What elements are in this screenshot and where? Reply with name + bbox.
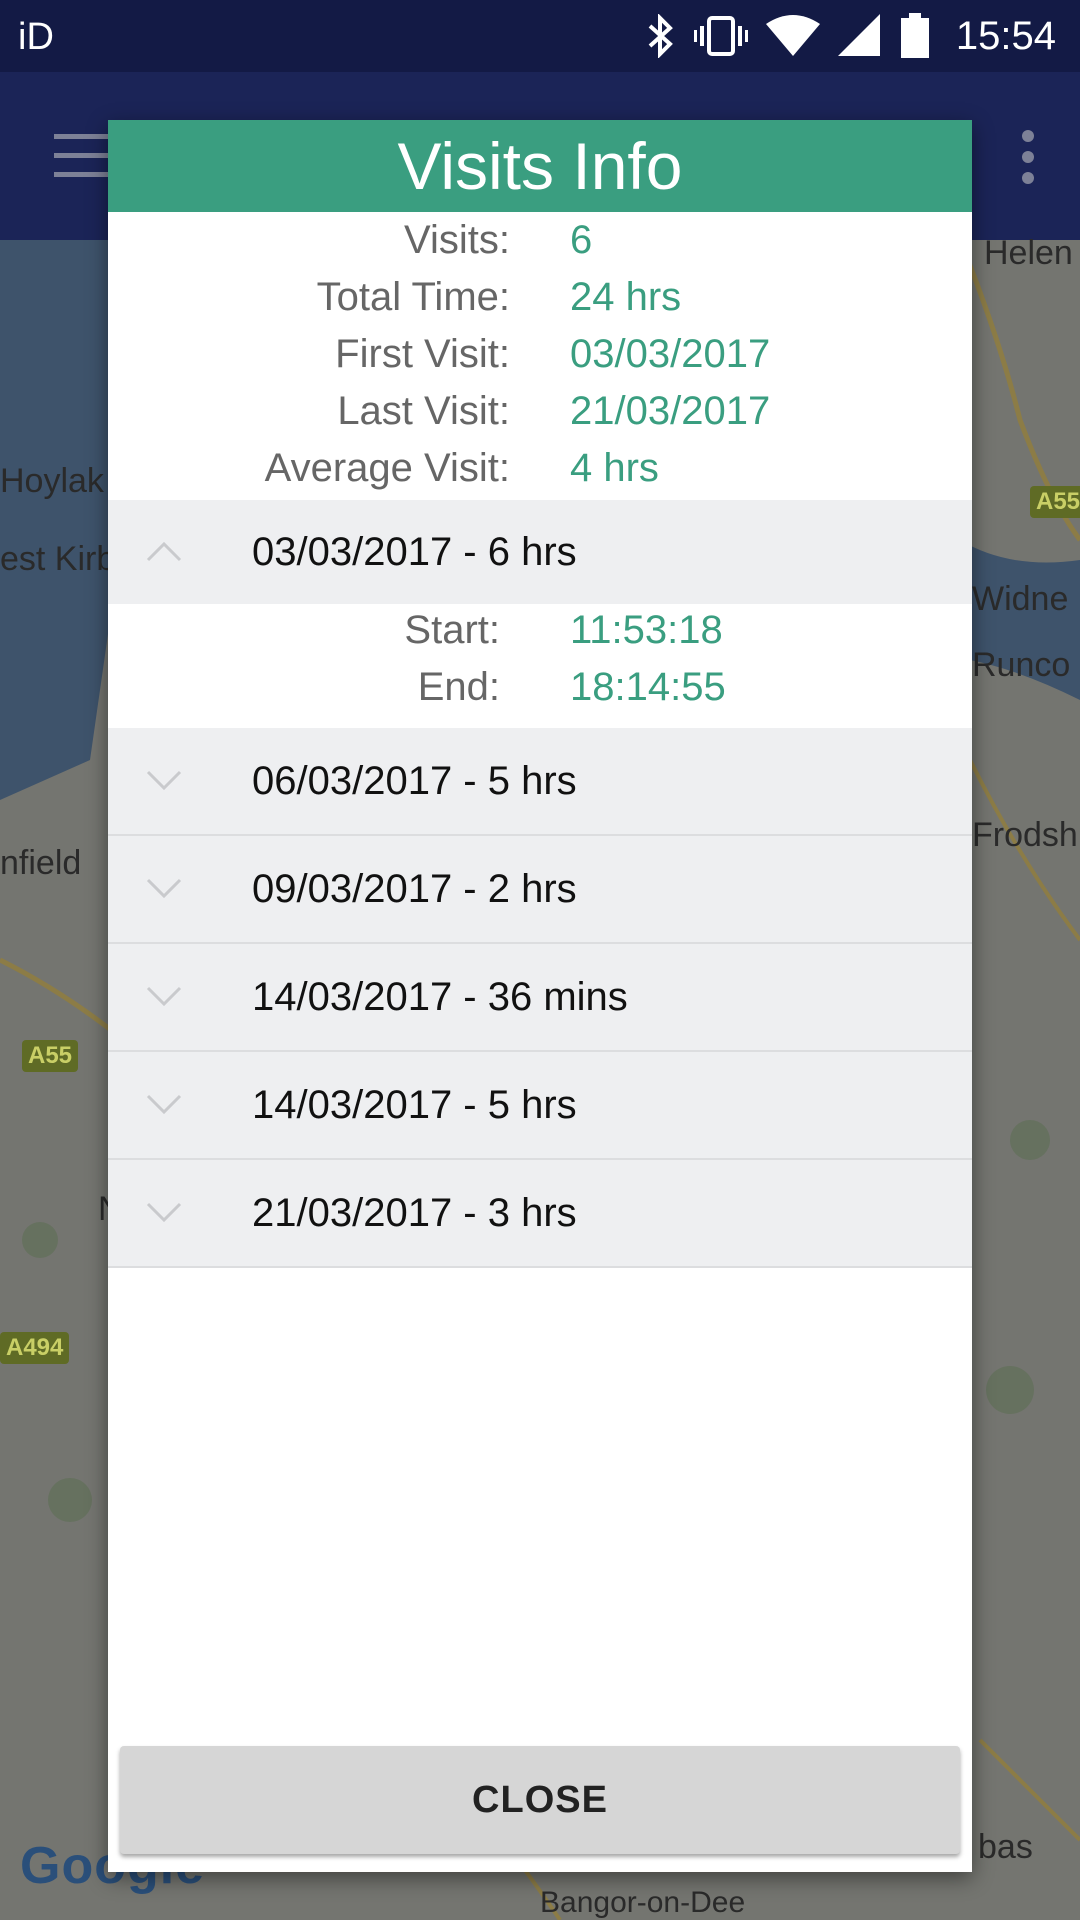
summary-row-last-visit: Last Visit: 21/03/2017 — [108, 389, 972, 446]
hamburger-menu-icon[interactable] — [54, 134, 110, 178]
clock: 15:54 — [955, 13, 1056, 58]
detail-value: 11:53:18 — [570, 608, 723, 652]
visit-row-expanded[interactable]: 03/03/2017 - 6 hrs — [108, 500, 972, 604]
chevron-down-icon — [146, 878, 182, 899]
status-bar: iD 15:54 — [0, 0, 1080, 72]
visit-title: 09/03/2017 - 2 hrs — [252, 867, 577, 911]
close-button[interactable]: CLOSE — [120, 1746, 960, 1854]
detail-label: Start: — [404, 608, 500, 652]
screen: iD 15:54 Helen Hoylak est Kirb Widne Run… — [0, 0, 1080, 1920]
visit-summary: Visits: 6 Total Time: 24 hrs First Visit… — [108, 212, 972, 500]
battery-icon — [900, 13, 930, 59]
detail-row-end: End: 18:14:55 — [108, 665, 972, 722]
visit-detail: Start: 11:53:18 End: 18:14:55 — [108, 604, 972, 728]
visit-title: 14/03/2017 - 5 hrs — [252, 1083, 577, 1127]
chevron-down-icon — [146, 986, 182, 1007]
map-label: Helen — [984, 234, 1073, 272]
visits-info-dialog: Visits Info Visits: 6 Total Time: 24 hrs… — [108, 120, 972, 1872]
map-label: bas — [978, 1828, 1033, 1866]
summary-row-average-visit: Average Visit: 4 hrs — [108, 446, 972, 503]
map-label: Bangor-on-Dee — [540, 1886, 746, 1919]
visit-row[interactable]: 14/03/2017 - 5 hrs — [108, 1052, 972, 1160]
summary-value: 4 hrs — [570, 446, 659, 490]
summary-row-total-time: Total Time: 24 hrs — [108, 275, 972, 332]
detail-value: 18:14:55 — [570, 665, 726, 709]
visit-row[interactable]: 14/03/2017 - 36 mins — [108, 944, 972, 1052]
map-label: Runco — [972, 646, 1071, 684]
chevron-down-icon — [146, 770, 182, 791]
summary-value: 21/03/2017 — [570, 389, 771, 433]
dialog-title: Visits Info — [108, 120, 972, 212]
visit-row[interactable]: 06/03/2017 - 5 hrs — [108, 728, 972, 836]
visit-title: 14/03/2017 - 36 mins — [252, 975, 628, 1019]
summary-row-visits: Visits: 6 — [108, 218, 972, 275]
summary-value: 03/03/2017 — [570, 332, 771, 376]
detail-row-start: Start: 11:53:18 — [108, 608, 972, 665]
detail-label: End: — [417, 665, 500, 709]
road-badge: A55 — [1030, 486, 1080, 518]
chevron-down-icon — [146, 1094, 182, 1115]
map-label: nfield — [0, 844, 82, 882]
bluetooth-icon — [646, 14, 676, 58]
visit-row[interactable]: 21/03/2017 - 3 hrs — [108, 1160, 972, 1268]
summary-label: Visits: — [404, 218, 510, 262]
summary-label: Average Visit: — [264, 446, 510, 490]
chevron-down-icon — [146, 1202, 182, 1223]
summary-label: Last Visit: — [337, 389, 510, 433]
visit-title: 21/03/2017 - 3 hrs — [252, 1191, 577, 1235]
summary-value: 6 — [570, 218, 593, 262]
vibrate-icon — [693, 14, 748, 58]
visit-title: 06/03/2017 - 5 hrs — [252, 759, 577, 803]
map-label: Hoylak — [0, 462, 104, 500]
carrier-label: iD — [18, 16, 54, 58]
road-badge: A55 — [22, 1040, 79, 1072]
wifi-icon — [765, 14, 820, 58]
summary-row-first-visit: First Visit: 03/03/2017 — [108, 332, 972, 389]
map-label: est Kirb — [0, 540, 116, 578]
summary-label: First Visit: — [335, 332, 510, 376]
summary-label: Total Time: — [316, 275, 510, 319]
map-label: Frodsh — [972, 816, 1078, 854]
chevron-up-icon — [146, 541, 182, 562]
signal-icon — [837, 14, 882, 58]
map-label: Widne — [972, 580, 1069, 618]
visit-row[interactable]: 09/03/2017 - 2 hrs — [108, 836, 972, 944]
visit-title: 03/03/2017 - 6 hrs — [252, 530, 577, 574]
status-icons: 15:54 — [646, 0, 1056, 72]
summary-value: 24 hrs — [570, 275, 682, 319]
more-vert-icon[interactable] — [1022, 130, 1036, 186]
road-badge: A494 — [0, 1332, 70, 1364]
